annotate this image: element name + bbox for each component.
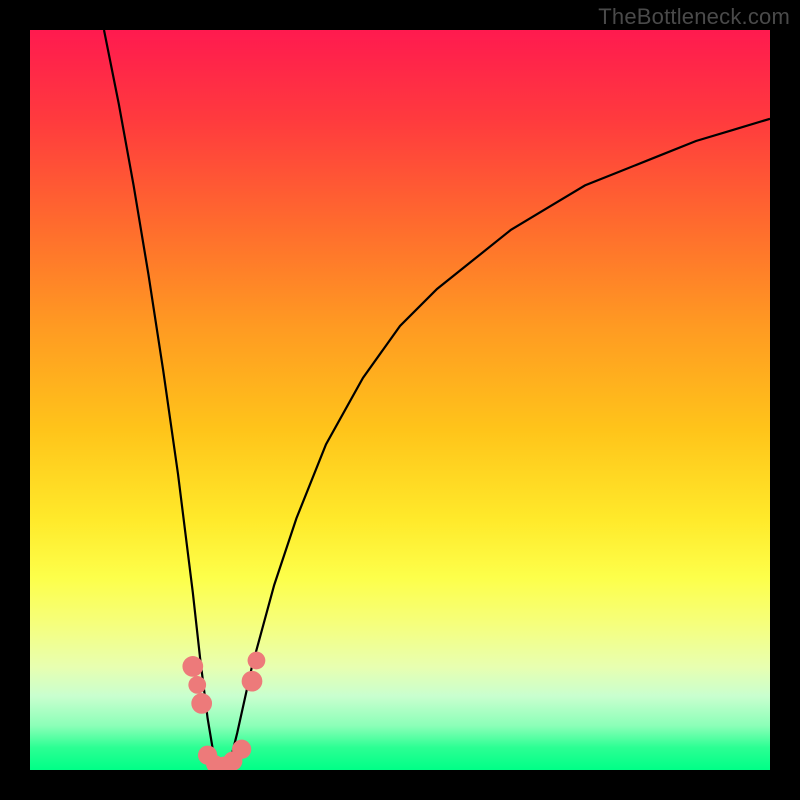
marker-left-cluster-mid (188, 676, 206, 694)
plot-area (30, 30, 770, 770)
marker-right-cluster-top (248, 652, 266, 670)
curve-layer (30, 30, 770, 770)
marker-right-cluster-low (242, 671, 263, 692)
marker-left-cluster-top (182, 656, 203, 677)
watermark-text: TheBottleneck.com (598, 4, 790, 30)
marker-group (182, 652, 265, 770)
chart-frame: TheBottleneck.com (0, 0, 800, 800)
marker-left-cluster-low (191, 693, 212, 714)
bottleneck-curve (104, 30, 770, 770)
marker-valley-right (232, 740, 251, 759)
